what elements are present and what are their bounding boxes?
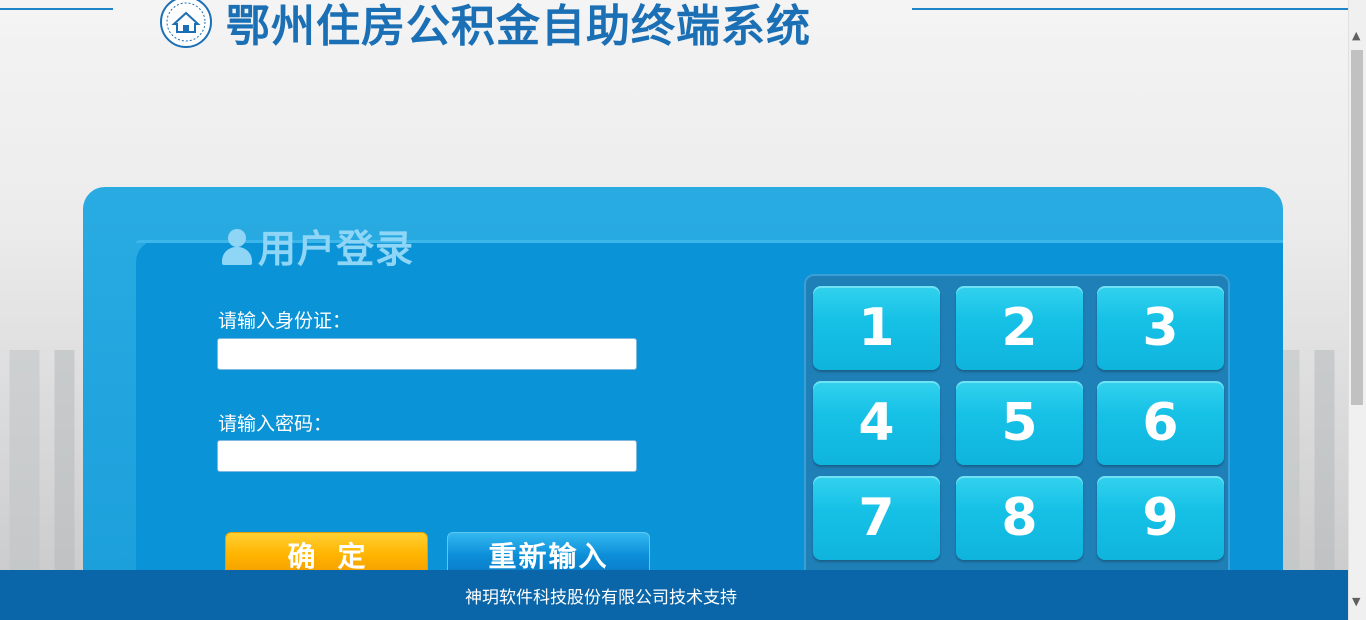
scroll-down-icon[interactable]: ▼ xyxy=(1352,596,1360,608)
password-input[interactable] xyxy=(217,440,637,472)
login-heading: 用户登录 xyxy=(220,220,415,271)
keypad-key-4[interactable]: 4 xyxy=(813,381,940,465)
keypad-key-6[interactable]: 6 xyxy=(1097,381,1224,465)
confirm-button-label: 确定 xyxy=(287,540,388,573)
keypad-key-8[interactable]: 8 xyxy=(956,476,1083,560)
scrollbar-thumb[interactable] xyxy=(1351,50,1363,405)
keypad-key-5[interactable]: 5 xyxy=(956,381,1083,465)
keypad-key-2[interactable]: 2 xyxy=(956,286,1083,370)
keypad-key-1[interactable]: 1 xyxy=(813,286,940,370)
scroll-up-icon[interactable]: ▲ xyxy=(1352,30,1360,42)
login-heading-text: 用户登录 xyxy=(258,226,415,271)
user-icon xyxy=(220,225,254,265)
reset-button-label: 重新输入 xyxy=(488,540,609,573)
keypad-key-9[interactable]: 9 xyxy=(1097,476,1224,560)
password-label: 请输入密码： xyxy=(218,413,333,435)
housing-fund-logo-icon xyxy=(158,0,214,48)
footer-bar: 神玥软件科技股份有限公司技术支持 xyxy=(0,570,1349,620)
header-divider-right xyxy=(912,8,1349,10)
header-divider-left xyxy=(0,8,113,10)
footer-credit: 神玥软件科技股份有限公司技术支持 xyxy=(465,587,737,608)
app-title: 鄂州住房公积金自助终端系统 xyxy=(226,1,811,52)
id-number-input[interactable] xyxy=(217,338,637,370)
keypad-key-7[interactable]: 7 xyxy=(813,476,940,560)
keypad-key-3[interactable]: 3 xyxy=(1097,286,1224,370)
vertical-scrollbar[interactable]: ▲ ▼ xyxy=(1348,0,1366,620)
id-number-label: 请输入身份证： xyxy=(218,310,352,332)
